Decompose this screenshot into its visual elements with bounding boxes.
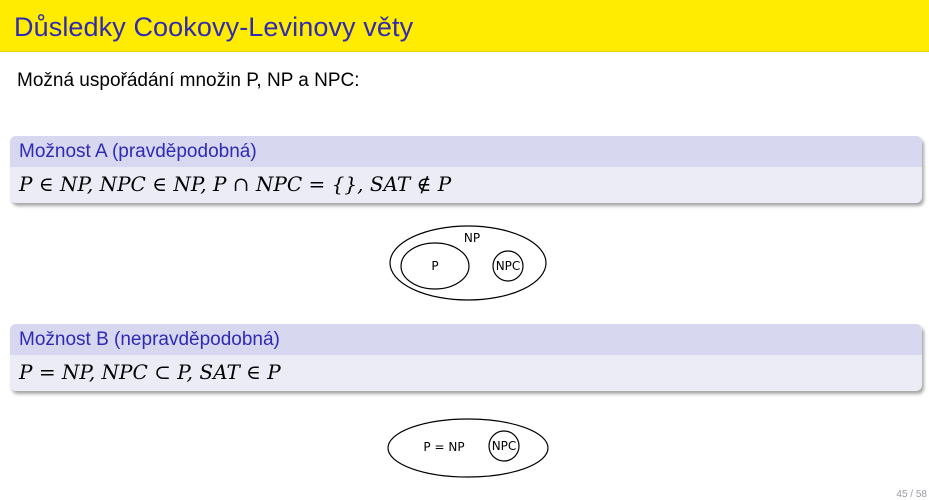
option-b-formula: P = NP, NPC ⊂ P, SAT ∈ P — [19, 360, 281, 384]
title-bar: Důsledky Cookovy-Levinovy věty — [0, 0, 929, 52]
p-np-ellipse — [387, 418, 549, 478]
option-a-title: Možnost A (pravděpodobná) — [10, 136, 922, 167]
page-number: 45 / 58 — [896, 489, 927, 500]
p-np-label: P = NP — [423, 440, 464, 454]
npc-label-a: NPC — [496, 259, 521, 273]
p-label: P — [431, 259, 438, 273]
option-b-title: Možnost B (nepravděpodobná) — [10, 324, 922, 355]
option-a-diagram: NP P NPC — [389, 225, 547, 301]
option-b-block: Možnost B (nepravděpodobná) P = NP, NPC … — [10, 324, 922, 391]
slide-title: Důsledky Cookovy-Levinovy věty — [14, 12, 414, 42]
option-a-block: Možnost A (pravděpodobná) P ∈ NP, NPC ∈ … — [10, 136, 922, 203]
np-label: NP — [464, 231, 480, 245]
intro-text: Možná uspořádání množin P, NP a NPC: — [17, 70, 360, 91]
option-b-diagram: P = NP NPC — [387, 418, 549, 478]
option-a-formula: P ∈ NP, NPC ∈ NP, P ∩ NPC = {}, SAT ∉ P — [19, 172, 452, 196]
npc-label-b: NPC — [492, 439, 517, 453]
